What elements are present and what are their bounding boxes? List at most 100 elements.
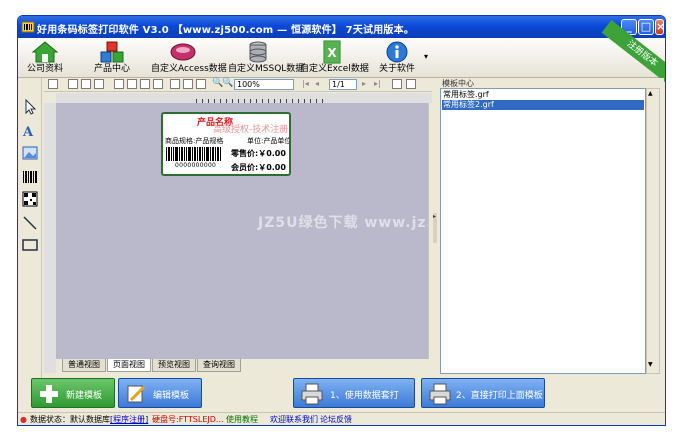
toolbar-label: 关于软件 <box>378 64 415 74</box>
tab-preview-view[interactable]: 预览视图 <box>152 359 196 372</box>
tab-query-view[interactable]: 查询视图 <box>197 359 241 372</box>
tutorial-link[interactable]: 使用教程 <box>226 415 258 425</box>
tab-page-view[interactable]: 页面视图 <box>107 359 151 372</box>
prev-page-icon[interactable]: ◂ <box>315 79 319 88</box>
info-icon <box>386 41 408 63</box>
close-button[interactable]: × <box>655 19 665 35</box>
barcode-image[interactable] <box>166 147 222 161</box>
label-retail-price[interactable]: 零售价:￥0.00 <box>231 148 286 159</box>
forum-link[interactable]: 论坛反馈 <box>320 415 352 425</box>
toolbar-about-button[interactable]: 关于软件 <box>375 40 419 76</box>
status-bar: ● 数据状态：默认数据库 [程序注册] 硬盘号:FTTSLEJD... 使用教程… <box>18 412 665 425</box>
drawing-toolbox: A <box>18 78 42 378</box>
direct-print-label: 2、直接打印上面模板 <box>456 391 543 401</box>
scroll-up-icon[interactable]: ▲ <box>648 90 658 100</box>
label-unit[interactable]: 单位:产品单位 <box>247 136 289 146</box>
template-panel: 模板中心 常用标签.grf 常用标签2.grf ▲ ▼ <box>438 78 664 378</box>
register-link[interactable]: [程序注册] <box>110 415 148 425</box>
paste-button[interactable] <box>127 79 137 89</box>
access-db-icon <box>170 43 196 61</box>
view-tabs: 普通视图 页面视图 预览视图 查询视图 <box>56 359 438 373</box>
plus-icon <box>40 385 58 403</box>
first-page-icon[interactable]: |◂ <box>302 79 309 88</box>
pointer-icon[interactable] <box>21 98 39 116</box>
toolbar-label: 自定义Access数据 <box>151 64 227 74</box>
toolbar-products-button[interactable]: 产品中心 <box>85 40 139 76</box>
boxes-icon <box>100 41 124 63</box>
align-button[interactable] <box>183 79 193 89</box>
page-setup-button[interactable] <box>81 79 91 89</box>
save-button[interactable] <box>153 79 163 89</box>
action-bar: 新建模板 编辑模板 1、使用数据套打 2、直接打印上面模板 <box>18 378 665 412</box>
qrcode-tool-icon[interactable] <box>21 190 39 208</box>
zoom-select[interactable]: 100% <box>234 79 294 90</box>
maximize-button[interactable]: □ <box>638 19 654 35</box>
house-icon <box>31 41 59 63</box>
last-page-icon[interactable]: ▸| <box>374 79 381 88</box>
scroll-down-icon[interactable]: ▼ <box>648 361 658 371</box>
template-item-selected[interactable]: 常用标签2.grf <box>442 100 644 110</box>
printer-icon <box>429 383 451 405</box>
select-all-button[interactable] <box>48 79 58 89</box>
app-icon <box>21 21 35 33</box>
new-template-button[interactable]: 新建模板 <box>31 378 115 408</box>
ruler-ticks <box>196 99 326 103</box>
toolbar-access-button[interactable]: 自定义Access数据 <box>151 40 227 76</box>
main-toolbar: 公司资料 产品中心 自定义Access数据 自定义MSSQL数据 X 自定义Ex… <box>18 19 665 89</box>
collapse-arrow-icon[interactable]: ▸ <box>433 213 437 243</box>
new-template-label: 新建模板 <box>66 391 103 401</box>
svg-text:X: X <box>327 46 337 60</box>
toolbar-label: 自定义Excel数据 <box>300 64 369 74</box>
designer-toolbar: 🔍 🔍 100% |◂ ◂ 1/1 ▸ ▸| <box>44 78 438 92</box>
toolbar-label: 产品中心 <box>93 64 130 74</box>
use-data-print-button[interactable]: 1、使用数据套打 <box>293 378 415 408</box>
page-number-input[interactable]: 1/1 <box>329 79 357 90</box>
export-button[interactable] <box>196 79 206 89</box>
toolbar-more-icon[interactable]: ▾ <box>424 52 428 61</box>
zoom-out-icon[interactable]: 🔍 <box>222 78 233 88</box>
app-window: 好用条码标签打印软件 V3.0 【www.zj500.com — 恒源软件】 7… <box>17 15 666 426</box>
template-item[interactable]: 常用标签.grf <box>442 90 644 100</box>
text-tool-icon[interactable]: A <box>21 122 39 140</box>
line-tool-icon[interactable] <box>21 214 39 232</box>
disk-id: 硬盘号:FTTSLEJD... <box>152 415 224 424</box>
template-list: 常用标签.grf 常用标签2.grf <box>440 88 646 374</box>
title-bar: 好用条码标签打印软件 V3.0 【www.zj500.com — 恒源软件】 7… <box>18 16 665 38</box>
toolbar-excel-button[interactable]: X 自定义Excel数据 <box>300 40 369 76</box>
use-data-print-label: 1、使用数据套打 <box>330 391 399 401</box>
help-button[interactable] <box>406 79 416 89</box>
edit-pencil-icon <box>127 385 146 403</box>
edit-template-button[interactable]: 编辑模板 <box>118 378 202 408</box>
database-icon <box>249 41 267 63</box>
vertical-ruler <box>44 103 56 373</box>
print-preview-button[interactable] <box>392 79 402 89</box>
barcode-text: 0000000000 <box>175 162 217 169</box>
tab-normal-view[interactable]: 普通视图 <box>62 359 106 372</box>
toolbar-mssql-button[interactable]: 自定义MSSQL数据 <box>228 40 305 76</box>
template-list-scrollbar[interactable]: ▲ ▼ <box>646 88 660 374</box>
toolbar-label: 自定义MSSQL数据 <box>228 64 305 74</box>
label-template[interactable]: 产品名称 高级授权-技术注册 商品规格:产品规格 单位:产品单位 0000000… <box>161 112 291 176</box>
grid-button[interactable] <box>170 79 180 89</box>
rectangle-tool-icon[interactable] <box>21 236 39 254</box>
delete-button[interactable] <box>140 79 150 89</box>
direct-print-button[interactable]: 2、直接打印上面模板 <box>421 378 545 408</box>
copy-button[interactable] <box>114 79 124 89</box>
label-member-price[interactable]: 会员价:￥0.00 <box>231 162 286 173</box>
printer-icon <box>301 383 323 405</box>
print-button[interactable] <box>68 79 78 89</box>
barcode-tool-icon[interactable] <box>21 168 39 186</box>
edit-template-label: 编辑模板 <box>153 391 190 401</box>
data-status: 数据状态：默认数据库 <box>30 415 110 424</box>
contact-link[interactable]: 欢迎联系我们 <box>270 415 318 425</box>
label-spec[interactable]: 商品规格:产品规格 <box>165 136 223 146</box>
label-watermark: 高级授权-技术注册 <box>213 125 289 135</box>
svg-text:A: A <box>22 125 34 140</box>
db-status-icon: ● <box>20 415 27 424</box>
next-page-icon[interactable]: ▸ <box>362 79 366 88</box>
cut-button[interactable] <box>94 79 104 89</box>
window-title: 好用条码标签打印软件 V3.0 【www.zj500.com — 恒源软件】 7… <box>37 25 415 36</box>
toolbar-company-button[interactable]: 公司资料 <box>20 40 70 76</box>
horizontal-ruler <box>56 93 438 103</box>
image-tool-icon[interactable] <box>21 144 39 162</box>
